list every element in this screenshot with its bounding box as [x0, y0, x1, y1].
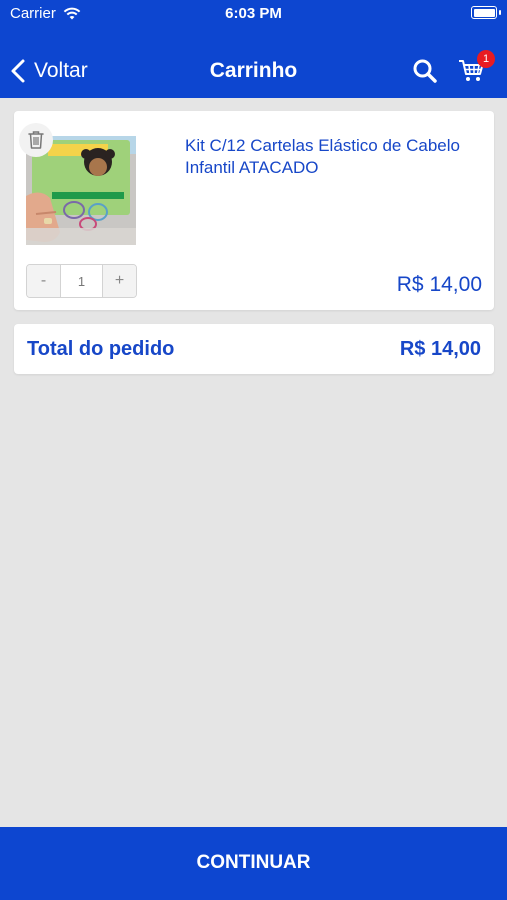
total-value: R$ 14,00	[399, 338, 481, 360]
status-time: 6:03 PM	[225, 5, 282, 22]
order-total: Total do pedido R$ 14,00	[14, 324, 494, 374]
search-button[interactable]	[411, 57, 439, 85]
battery-icon	[471, 6, 501, 19]
decrement-button[interactable]: -	[27, 265, 60, 297]
back-label: Voltar	[34, 59, 88, 82]
increment-button[interactable]: +	[103, 265, 136, 297]
chevron-left-icon	[11, 59, 25, 83]
trash-icon	[28, 131, 44, 149]
remove-item-button[interactable]	[19, 123, 53, 157]
quantity-stepper: - +	[26, 264, 137, 298]
continue-button[interactable]: CONTINUAR	[0, 827, 507, 900]
quantity-input[interactable]	[60, 265, 103, 297]
cart-button[interactable]: 1	[457, 50, 495, 86]
total-label: Total do pedido	[27, 338, 175, 360]
cart-item: Kit C/12 Cartelas Elástico de Cabelo Inf…	[14, 111, 494, 310]
cart-badge: 1	[477, 50, 495, 68]
back-button[interactable]: Voltar	[10, 58, 88, 84]
search-icon	[413, 59, 437, 83]
product-name-link[interactable]: Kit C/12 Cartelas Elástico de Cabelo Inf…	[185, 135, 475, 179]
navbar: Voltar Carrinho 1	[0, 44, 507, 98]
status-bar: Carrier 6:03 PM	[0, 0, 507, 28]
item-price: R$ 14,00	[396, 273, 482, 296]
top-bar: Carrier 6:03 PM Voltar Carrinho 1	[0, 0, 507, 98]
